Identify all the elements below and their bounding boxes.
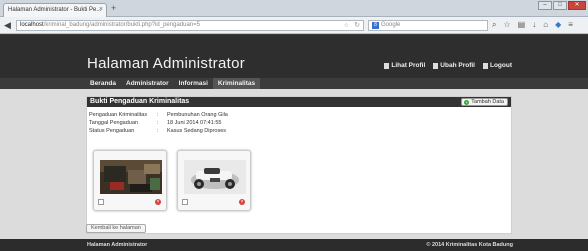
- menu-item-informasi[interactable]: Informasi: [174, 78, 213, 89]
- menu-item-beranda[interactable]: Beranda: [85, 78, 121, 89]
- window-close-button[interactable]: ✕: [568, 1, 586, 10]
- logout-link[interactable]: Logout: [482, 62, 512, 69]
- footer-copyright: © 2014 Kriminalitas Kota Badung: [426, 242, 513, 248]
- search-placeholder: Google: [381, 22, 401, 28]
- home-icon[interactable]: ⌂: [543, 19, 548, 31]
- evidence-photo[interactable]: [100, 160, 162, 194]
- page-title: Halaman Administrator: [87, 55, 246, 72]
- user-icon: [384, 62, 390, 69]
- delete-icon[interactable]: ×: [239, 199, 245, 205]
- select-checkbox[interactable]: [98, 199, 104, 205]
- panel-title: Bukti Pengaduan Kriminalitas: [90, 98, 190, 105]
- new-tab-icon[interactable]: +: [111, 3, 116, 13]
- complaint-info: Pengaduan Kriminalitas : Pembunuhan Oran…: [89, 111, 228, 135]
- bookmarks-icon[interactable]: ▤: [518, 19, 526, 31]
- evidence-thumbnail[interactable]: ×: [177, 150, 251, 211]
- view-profile-link[interactable]: Lihat Profil: [384, 62, 425, 69]
- browser-tab-title: Halaman Administrator - Bukti Pe...: [8, 7, 102, 13]
- menu-icon[interactable]: ≡: [568, 19, 573, 31]
- url-path: /kriminal_badung/administrator/bukti.php…: [43, 22, 200, 28]
- download-icon[interactable]: ↓: [532, 19, 536, 31]
- search-engine-icon: 8: [372, 22, 379, 29]
- evidence-thumbnail[interactable]: ×: [93, 150, 167, 211]
- maximize-button[interactable]: □: [553, 1, 567, 10]
- edit-icon: [433, 62, 439, 69]
- info-separator: :: [157, 112, 159, 118]
- evidence-photo[interactable]: [184, 160, 246, 194]
- info-separator: :: [157, 120, 159, 126]
- site-footer: Halaman Administrator © 2014 Kriminalita…: [0, 239, 588, 251]
- info-row: Status Pengaduan : Kasus Sedang Diproses: [89, 127, 228, 135]
- info-value: 18 Juni 2014 07:41:55: [167, 120, 222, 126]
- info-label: Tanggal Pengaduan: [89, 120, 138, 126]
- search-icon[interactable]: ⌕: [492, 19, 496, 31]
- main-menu: Beranda Administrator Informasi Kriminal…: [85, 78, 261, 89]
- back-button[interactable]: Kembali ke halaman: [86, 224, 146, 233]
- info-separator: :: [157, 128, 159, 134]
- reload-icon[interactable]: ↻: [354, 21, 360, 29]
- info-row: Tanggal Pengaduan : 18 Juni 2014 07:41:5…: [89, 119, 228, 127]
- delete-icon[interactable]: ×: [155, 199, 161, 205]
- lock-icon: [482, 62, 488, 69]
- add-data-button[interactable]: + Tambah Data: [461, 98, 508, 106]
- info-row: Pengaduan Kriminalitas : Pembunuhan Oran…: [89, 111, 228, 119]
- address-bar[interactable]: localhost/kriminal_badung/administrator/…: [16, 20, 364, 31]
- top-links: Lihat Profil Ubah Profil Logout: [376, 62, 512, 69]
- edit-profile-link[interactable]: Ubah Profil: [433, 62, 475, 69]
- tab-close-icon[interactable]: ×: [99, 6, 103, 13]
- plus-icon: +: [464, 99, 470, 105]
- addon-icon[interactable]: ◆: [555, 19, 561, 31]
- menu-item-kriminalitas[interactable]: Kriminalitas: [212, 78, 261, 89]
- info-label: Pengaduan Kriminalitas: [89, 112, 148, 118]
- evidence-panel: Bukti Pengaduan Kriminalitas + Tambah Da…: [86, 96, 512, 234]
- menu-item-administrator[interactable]: Administrator: [121, 78, 174, 89]
- browser-toolbar: ⌕ ☆ ▤ ↓ ⌂ ◆ ≡: [492, 19, 580, 31]
- browser-tab-bar: Halaman Administrator - Bukti Pe... × + …: [0, 0, 588, 17]
- bookmark-star-icon[interactable]: ☆: [344, 22, 349, 29]
- browser-nav-bar: ◀ localhost/kriminal_badung/administrato…: [0, 17, 588, 34]
- panel-header: Bukti Pengaduan Kriminalitas + Tambah Da…: [87, 97, 511, 107]
- browser-tab[interactable]: Halaman Administrator - Bukti Pe... ×: [3, 3, 107, 17]
- footer-left-text: Halaman Administrator: [87, 242, 148, 248]
- search-input[interactable]: 8 Google: [368, 20, 488, 31]
- url-host: localhost: [20, 22, 44, 28]
- add-data-label: Tambah Data: [471, 98, 504, 105]
- star-icon[interactable]: ☆: [503, 19, 510, 31]
- select-checkbox[interactable]: [182, 199, 188, 205]
- info-label: Status Pengaduan: [89, 128, 135, 134]
- back-arrow-icon[interactable]: ◀: [4, 20, 11, 30]
- info-value: Kasus Sedang Diproses: [167, 128, 227, 134]
- info-value: Pembunuhan Orang Gila: [167, 112, 228, 118]
- window-controls: – □ ✕: [537, 1, 586, 10]
- minimize-button[interactable]: –: [538, 1, 552, 10]
